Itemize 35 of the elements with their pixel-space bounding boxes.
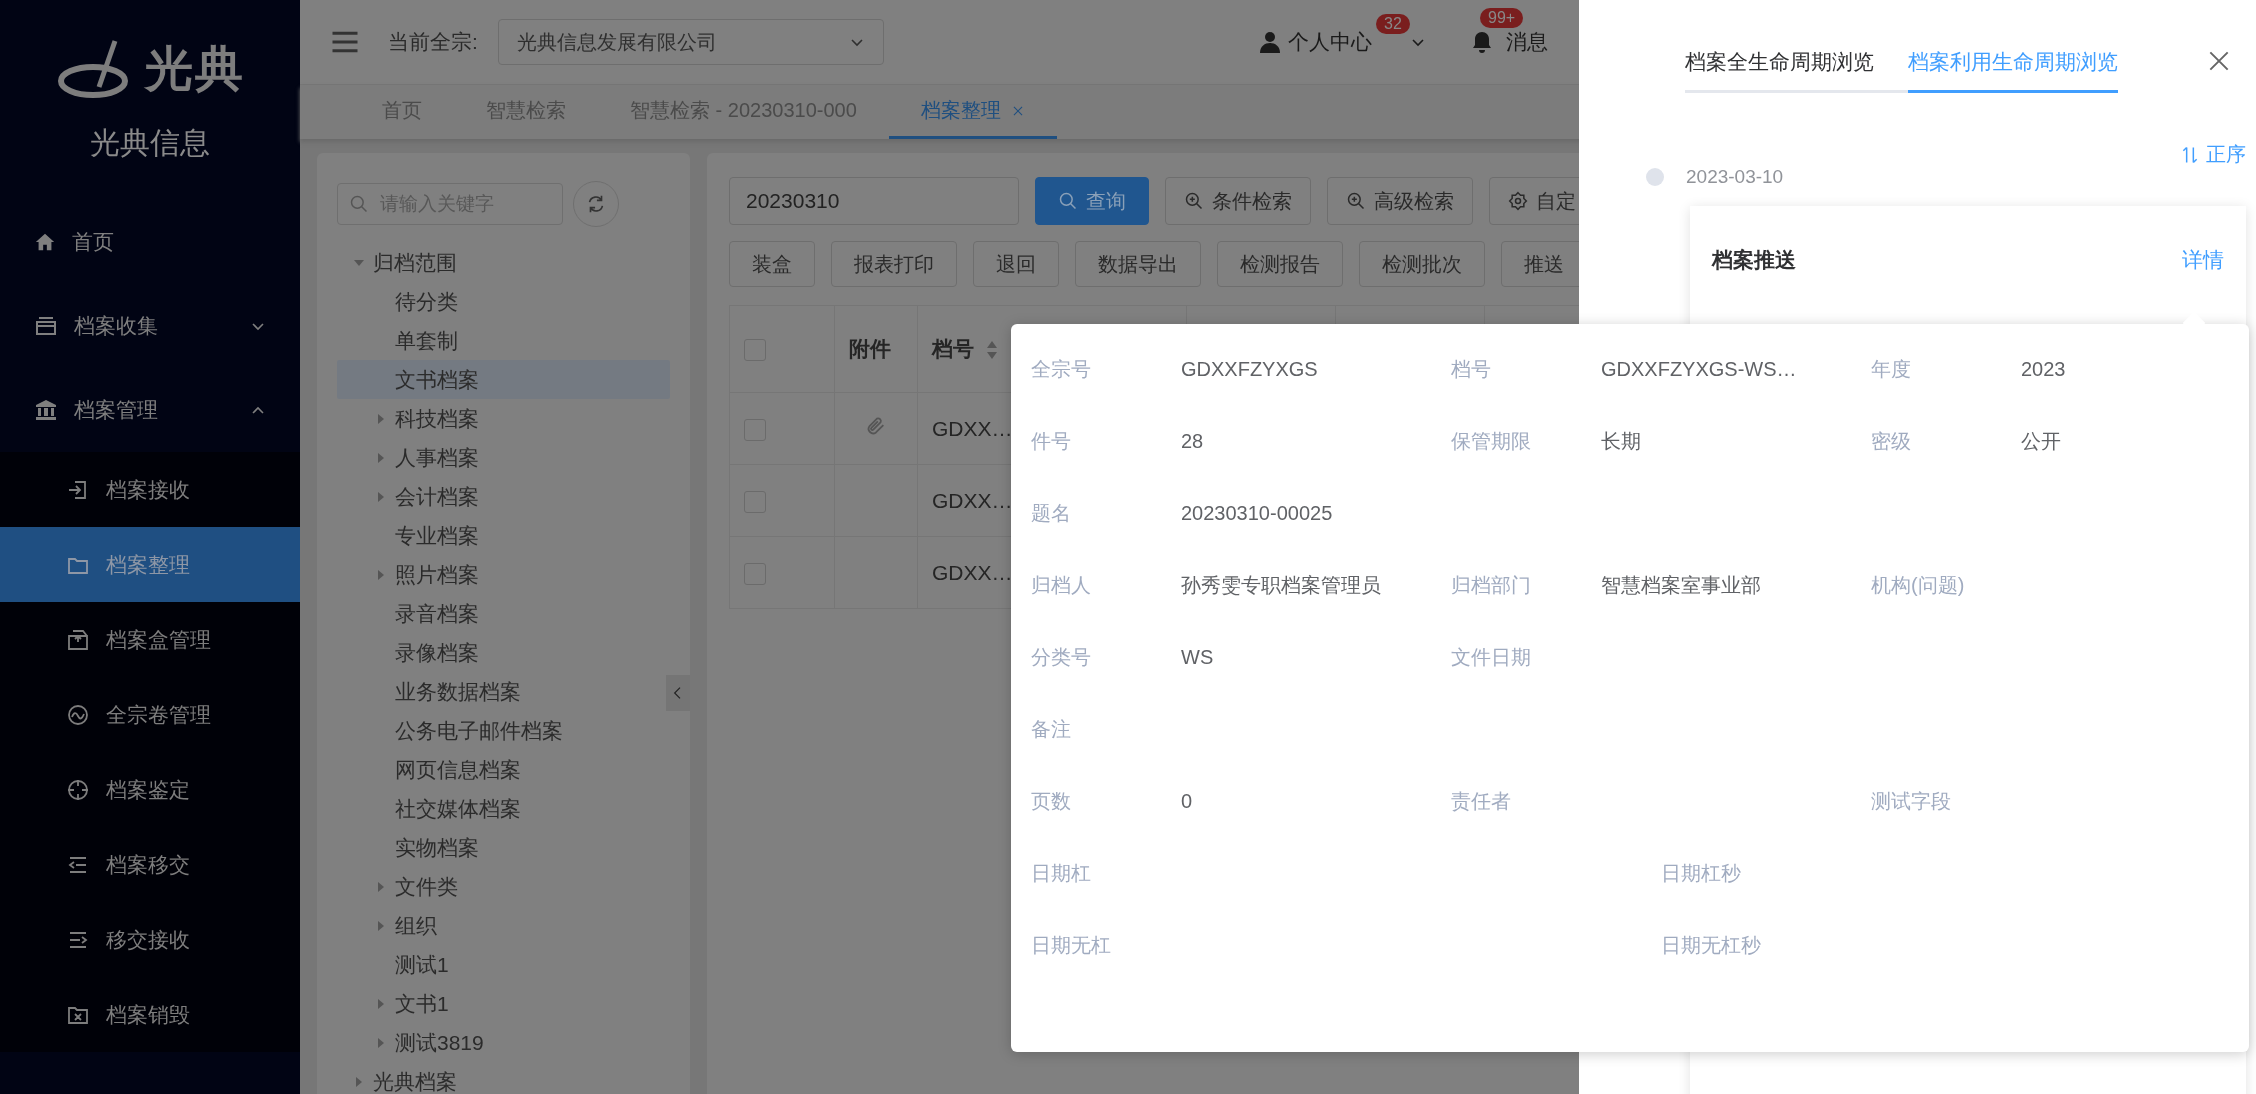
field-label: 日期无杠 — [1031, 933, 1112, 958]
field-value: 长期 — [1601, 429, 1641, 454]
field-value: 公开 — [2021, 429, 2061, 454]
field-label: 年度 — [1871, 357, 1912, 382]
field-value: 智慧档案室事业部 — [1601, 573, 1761, 598]
field-label: 题名 — [1031, 501, 1072, 526]
field-value: GDXXFZYXGS-WS… — [1601, 357, 1797, 382]
field-label: 日期无杠秒 — [1661, 933, 1762, 958]
field-label: 责任者 — [1451, 789, 1512, 814]
field-label: 机构(问题) — [1871, 573, 1966, 598]
timeline-date: 2023-03-10 — [1686, 166, 1784, 188]
field-label: 保管期限 — [1451, 429, 1532, 454]
field-value: 0 — [1181, 789, 1193, 814]
field-label: 全宗号 — [1031, 357, 1092, 382]
notification-badge: 99+ — [1480, 8, 1524, 28]
field-label: 密级 — [1871, 429, 1912, 454]
event-title: 档案推送 — [1712, 247, 1796, 273]
field-label: 文件日期 — [1451, 645, 1532, 670]
notification-badge: 32 — [1376, 14, 1410, 34]
field-label: 件号 — [1031, 429, 1072, 454]
field-label: 日期杠 — [1031, 861, 1092, 886]
field-value: WS — [1181, 645, 1214, 670]
field-label: 日期杠秒 — [1661, 861, 1742, 886]
field-value: GDXXFZYXGS — [1181, 357, 1318, 382]
field-label: 测试字段 — [1871, 789, 1952, 814]
brand-name: 光典信息 — [90, 124, 210, 161]
org-label: 当前全宗: — [388, 29, 478, 55]
field-label: 档号 — [1451, 357, 1492, 382]
field-label: 归档人 — [1031, 573, 1092, 598]
logo-text: 光典 — [145, 40, 245, 97]
field-label: 备注 — [1031, 717, 1072, 742]
field-label: 归档部门 — [1451, 573, 1532, 598]
field-value: 2023 — [2021, 357, 2066, 382]
field-label: 页数 — [1031, 789, 1072, 814]
field-label: 分类号 — [1031, 645, 1092, 670]
